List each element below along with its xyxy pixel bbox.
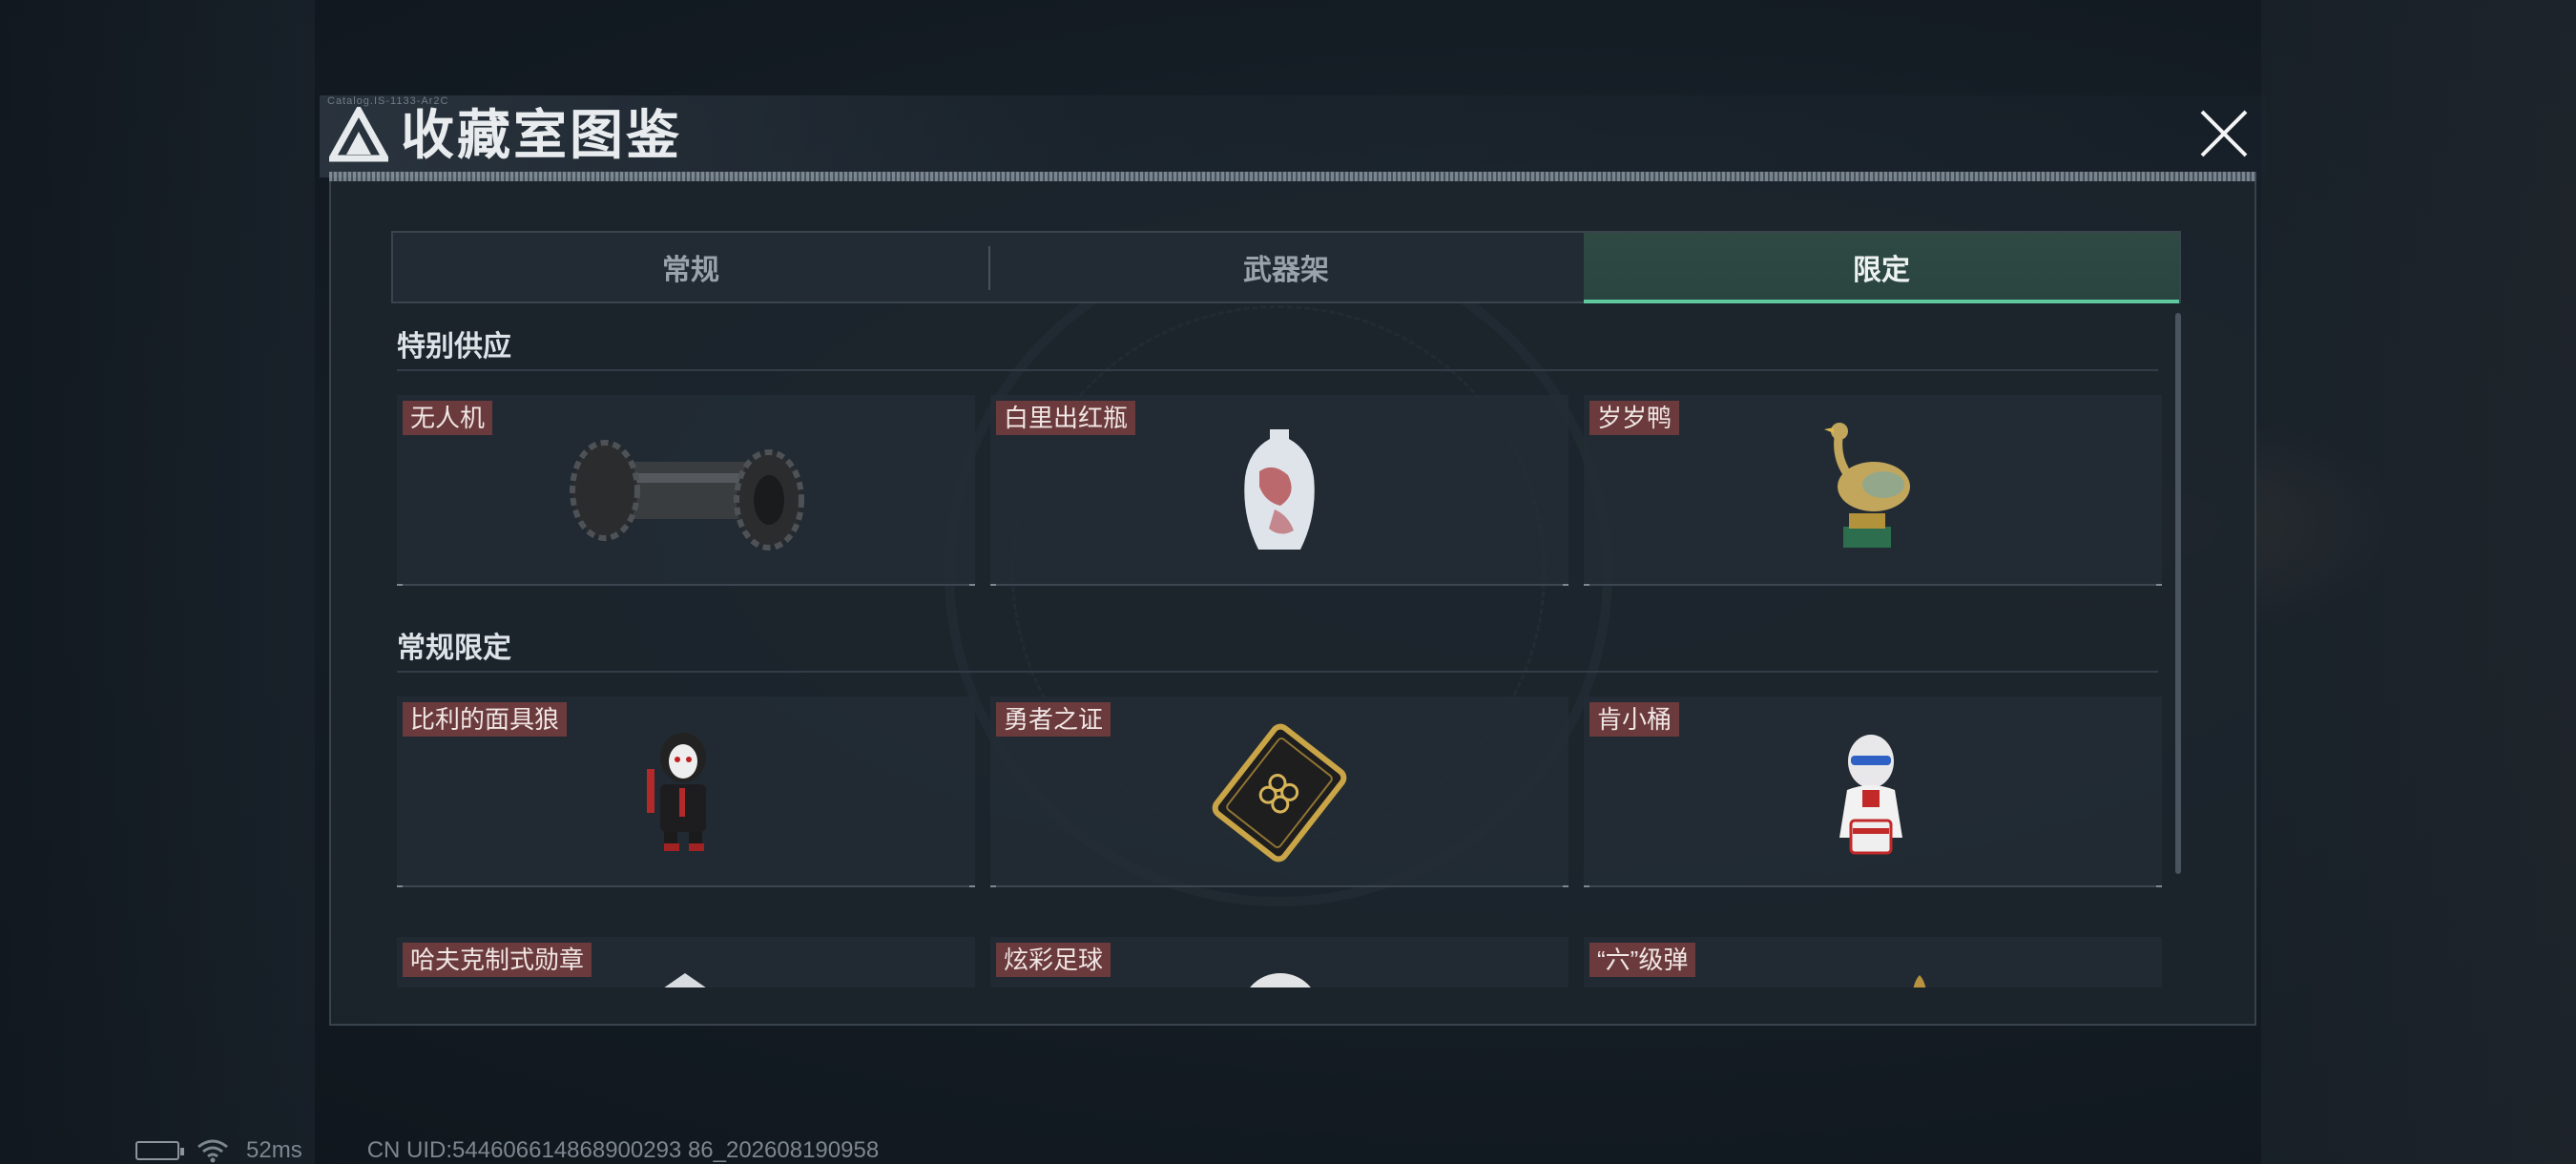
item-label: 比利的面具狼: [403, 702, 568, 737]
tab-weapon-rack[interactable]: 武器架: [988, 233, 1584, 301]
puppet-figure-icon: [647, 733, 706, 851]
item-label: 炫彩足球: [996, 943, 1111, 977]
item-label: 肯小桶: [1589, 702, 1680, 737]
collection-card-drone[interactable]: 无人机: [397, 395, 975, 586]
scrollbar[interactable]: [2175, 313, 2181, 874]
item-label: 岁岁鸭: [1589, 401, 1680, 435]
category-tabs: 常规 武器架 限定: [391, 231, 2181, 303]
delta-logo-icon: [329, 107, 388, 162]
status-bar: 52ms CN UID:544606614868900293 86_202608…: [135, 1137, 879, 1164]
section-title-regular-limited: 常规限定: [397, 633, 511, 664]
item-label: “六”级弹: [1589, 943, 1696, 977]
item-label: 白里出红瓶: [996, 401, 1136, 435]
uid-text: CN UID:544606614868900293 86_20260819095…: [366, 1137, 880, 1163]
wifi-icon: [197, 1139, 228, 1163]
collection-card-vase[interactable]: 白里出红瓶: [990, 395, 1568, 586]
tab-limited[interactable]: 限定: [1584, 233, 2179, 303]
close-x-icon: [2200, 110, 2248, 157]
collection-card-football[interactable]: 炫彩足球: [990, 937, 1568, 987]
item-label: 无人机: [403, 401, 493, 435]
close-button[interactable]: [2192, 102, 2255, 165]
collection-card-badge[interactable]: 勇者之证: [990, 696, 1568, 887]
item-label: 哈夫克制式勋章: [403, 943, 592, 977]
collection-card-puppet[interactable]: 比利的面具狼: [397, 696, 975, 887]
collection-card-colonel[interactable]: 肯小桶: [1584, 696, 2162, 887]
title-divider: [329, 172, 2256, 181]
gold-card-icon: [1212, 723, 1347, 863]
tire-roller-icon: [570, 440, 804, 551]
duck-statue-icon: [1824, 423, 1910, 548]
item-label: 勇者之证: [996, 702, 1111, 737]
bullet-icon: [1913, 975, 1926, 987]
collection-card-duck[interactable]: 岁岁鸭: [1584, 395, 2162, 586]
collection-card-medal[interactable]: 哈夫克制式勋章: [397, 937, 975, 987]
colonel-bust-icon: [1839, 735, 1902, 855]
medal-icon: [664, 973, 706, 987]
collection-card-bullet[interactable]: “六”级弹: [1584, 937, 2162, 987]
section-title-special-supply: 特别供应: [397, 331, 511, 363]
football-icon: [1250, 973, 1311, 987]
battery-charging-icon: [135, 1141, 184, 1160]
section-divider: [397, 671, 2158, 673]
ping-text: 52ms: [246, 1137, 302, 1163]
collection-list[interactable]: 特别供应 无人机 白里出红瓶 岁岁鸭 常规限定 比利的面具狼 勇者之证 肯小桶 …: [391, 315, 2181, 987]
porcelain-vase-icon: [1244, 429, 1315, 550]
title-bar: Catalog.IS-1133-Ar2C 收藏室图鉴: [320, 95, 2266, 177]
page-title: 收藏室图鉴: [401, 105, 682, 165]
background-left: [0, 0, 315, 1164]
tab-regular[interactable]: 常规: [393, 233, 988, 301]
section-divider: [397, 369, 2158, 371]
